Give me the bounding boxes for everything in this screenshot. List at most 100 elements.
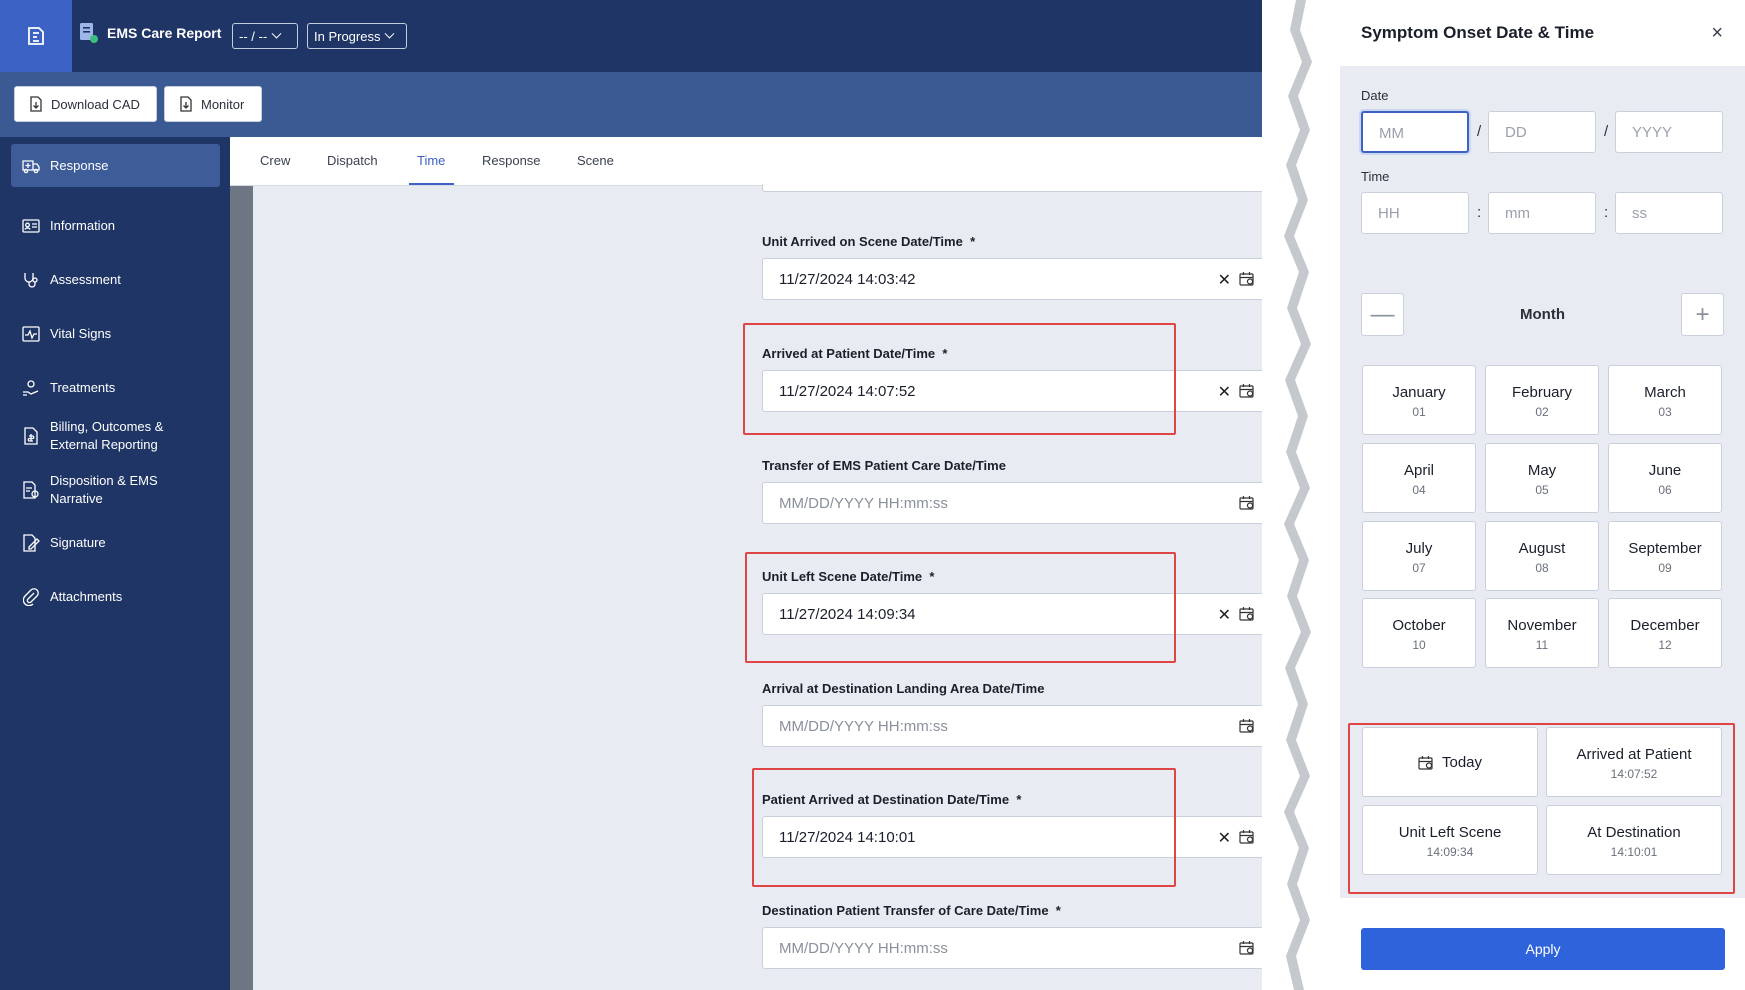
time-separator: :: [1604, 204, 1609, 221]
record-select-value: -- / --: [239, 28, 268, 44]
monitor-document-icon: [180, 96, 192, 112]
field-value: 11/27/2024 14:03:42: [779, 271, 916, 288]
sidebar-item-label: Treatments: [50, 380, 116, 395]
sidebar-item-treatments[interactable]: Treatments: [11, 373, 220, 403]
download-cad-button[interactable]: Download CAD: [14, 86, 157, 122]
billing-document-icon: [22, 427, 40, 445]
arrival-at-destination-landing-input[interactable]: MM/DD/YYYY HH:mm:ss: [762, 705, 1268, 747]
destination-transfer-of-care-input[interactable]: MM/DD/YYYY HH:mm:ss: [762, 927, 1268, 969]
minus-icon: —: [1370, 300, 1395, 328]
calendar-clock-icon[interactable]: [1239, 495, 1255, 514]
sidebar-item-label: Attachments: [50, 589, 123, 604]
hand-care-icon: [22, 379, 40, 397]
pulse-icon: [22, 325, 40, 343]
tab-dispatch[interactable]: Dispatch: [327, 153, 378, 168]
apply-button[interactable]: Apply: [1361, 928, 1725, 970]
paperclip-icon: [22, 588, 40, 606]
plus-icon: +: [1695, 300, 1710, 328]
sidebar-item-vital-signs[interactable]: Vital Signs: [11, 319, 220, 349]
time-minute-input[interactable]: mm: [1488, 192, 1596, 234]
time-hour-input[interactable]: HH: [1361, 192, 1469, 234]
sidebar-item-assessment[interactable]: Assessment: [11, 265, 220, 295]
decrement-month-button[interactable]: —: [1361, 293, 1404, 336]
calendar-clock-icon[interactable]: [1239, 940, 1255, 959]
month-july[interactable]: July 07: [1362, 521, 1476, 591]
clear-icon[interactable]: ✕: [1218, 270, 1231, 290]
app-logo[interactable]: [0, 0, 72, 72]
field-placeholder: MM/DD/YYYY HH:mm:ss: [779, 718, 948, 735]
previous-field-input[interactable]: [762, 184, 1268, 192]
date-month-input[interactable]: MM: [1361, 111, 1469, 153]
ambulance-icon: [22, 157, 40, 175]
date-year-input[interactable]: YYYY: [1615, 111, 1723, 153]
calendar-clock-icon[interactable]: [1239, 606, 1255, 625]
calendar-clock-icon[interactable]: [1239, 383, 1255, 402]
date-year-placeholder: YYYY: [1632, 124, 1673, 141]
highlight-box-unit-left-scene: [745, 552, 1176, 663]
top-bar: EMS Care Report -- / -- In Progress: [0, 0, 1268, 72]
time-hour-placeholder: HH: [1378, 205, 1400, 222]
symptom-onset-panel: Symptom Onset Date & Time × Date MM / DD…: [1340, 0, 1745, 990]
calendar-clock-icon[interactable]: [1239, 718, 1255, 737]
step-unit-label: Month: [1520, 306, 1565, 323]
id-card-icon: [22, 217, 40, 235]
care-report-icon: [80, 23, 98, 43]
app-title-group: EMS Care Report: [79, 22, 221, 44]
tab-crew[interactable]: Crew: [260, 153, 290, 168]
sidebar-item-response[interactable]: Response: [11, 144, 220, 187]
active-tab-indicator: [409, 183, 454, 185]
sidebar-item-label: Disposition & EMS Narrative: [50, 473, 158, 506]
panel-footer: Apply: [1340, 898, 1745, 990]
calendar-clock-icon[interactable]: [1239, 271, 1255, 290]
sidebar-item-information[interactable]: Information: [11, 211, 220, 241]
month-december[interactable]: December 12: [1608, 598, 1722, 668]
field-label-transfer-of-ems-care: Transfer of EMS Patient Care Date/Time: [762, 458, 1006, 473]
status-select[interactable]: In Progress: [307, 23, 407, 49]
time-minute-placeholder: mm: [1505, 205, 1530, 222]
monitor-label: Monitor: [201, 96, 245, 112]
sidebar-item-billing[interactable]: Billing, Outcomes & External Reporting: [11, 416, 220, 456]
tab-scene[interactable]: Scene: [577, 153, 614, 168]
sidebar-item-signature[interactable]: Signature: [11, 528, 220, 558]
record-select[interactable]: -- / --: [232, 23, 298, 49]
month-march[interactable]: March 03: [1608, 365, 1722, 435]
date-day-input[interactable]: DD: [1488, 111, 1596, 153]
sidebar-item-label: Vital Signs: [50, 326, 112, 341]
clear-icon[interactable]: ✕: [1218, 828, 1231, 848]
date-label: Date: [1361, 88, 1389, 103]
unit-arrived-on-scene-input[interactable]: 11/27/2024 14:03:42 ✕: [762, 258, 1268, 300]
sidebar-item-disposition[interactable]: Disposition & EMS Narrative: [11, 470, 220, 510]
calendar-clock-icon[interactable]: [1239, 829, 1255, 848]
month-september[interactable]: September 09: [1608, 521, 1722, 591]
logo-icon: [28, 27, 44, 45]
month-august[interactable]: August 08: [1485, 521, 1599, 591]
increment-month-button[interactable]: +: [1681, 293, 1724, 336]
chevron-down-icon: [385, 28, 395, 39]
clear-icon[interactable]: ✕: [1218, 382, 1231, 402]
sidebar-item-attachments[interactable]: Attachments: [11, 582, 220, 612]
highlight-box-quick-fill: [1348, 723, 1735, 894]
month-april[interactable]: April 04: [1362, 443, 1476, 513]
sidebar-item-label: Billing, Outcomes & External Reporting: [50, 419, 164, 452]
monitor-button[interactable]: Monitor: [164, 86, 262, 122]
panel-title: Symptom Onset Date & Time: [1361, 23, 1595, 42]
time-second-input[interactable]: ss: [1615, 192, 1723, 234]
transfer-of-ems-care-input[interactable]: MM/DD/YYYY HH:mm:ss: [762, 482, 1268, 524]
clear-icon[interactable]: ✕: [1218, 605, 1231, 625]
tab-response[interactable]: Response: [482, 153, 541, 168]
time-label: Time: [1361, 169, 1390, 184]
month-may[interactable]: May 05: [1485, 443, 1599, 513]
month-january[interactable]: January 01: [1362, 365, 1476, 435]
month-june[interactable]: June 06: [1608, 443, 1722, 513]
close-icon[interactable]: ×: [1711, 22, 1723, 45]
month-october[interactable]: October 10: [1362, 598, 1476, 668]
sidebar: Response Information Assessment Vital Si…: [0, 137, 230, 990]
app-title: EMS Care Report: [107, 25, 222, 41]
field-label-destination-transfer-of-care: Destination Patient Transfer of Care Dat…: [762, 903, 1061, 918]
tab-time[interactable]: Time: [417, 153, 445, 168]
month-november[interactable]: November 11: [1485, 598, 1599, 668]
narrative-document-icon: [22, 481, 40, 499]
month-february[interactable]: February 02: [1485, 365, 1599, 435]
highlight-box-arrived-at-patient: [743, 323, 1176, 435]
sidebar-item-label: Response: [50, 157, 109, 173]
